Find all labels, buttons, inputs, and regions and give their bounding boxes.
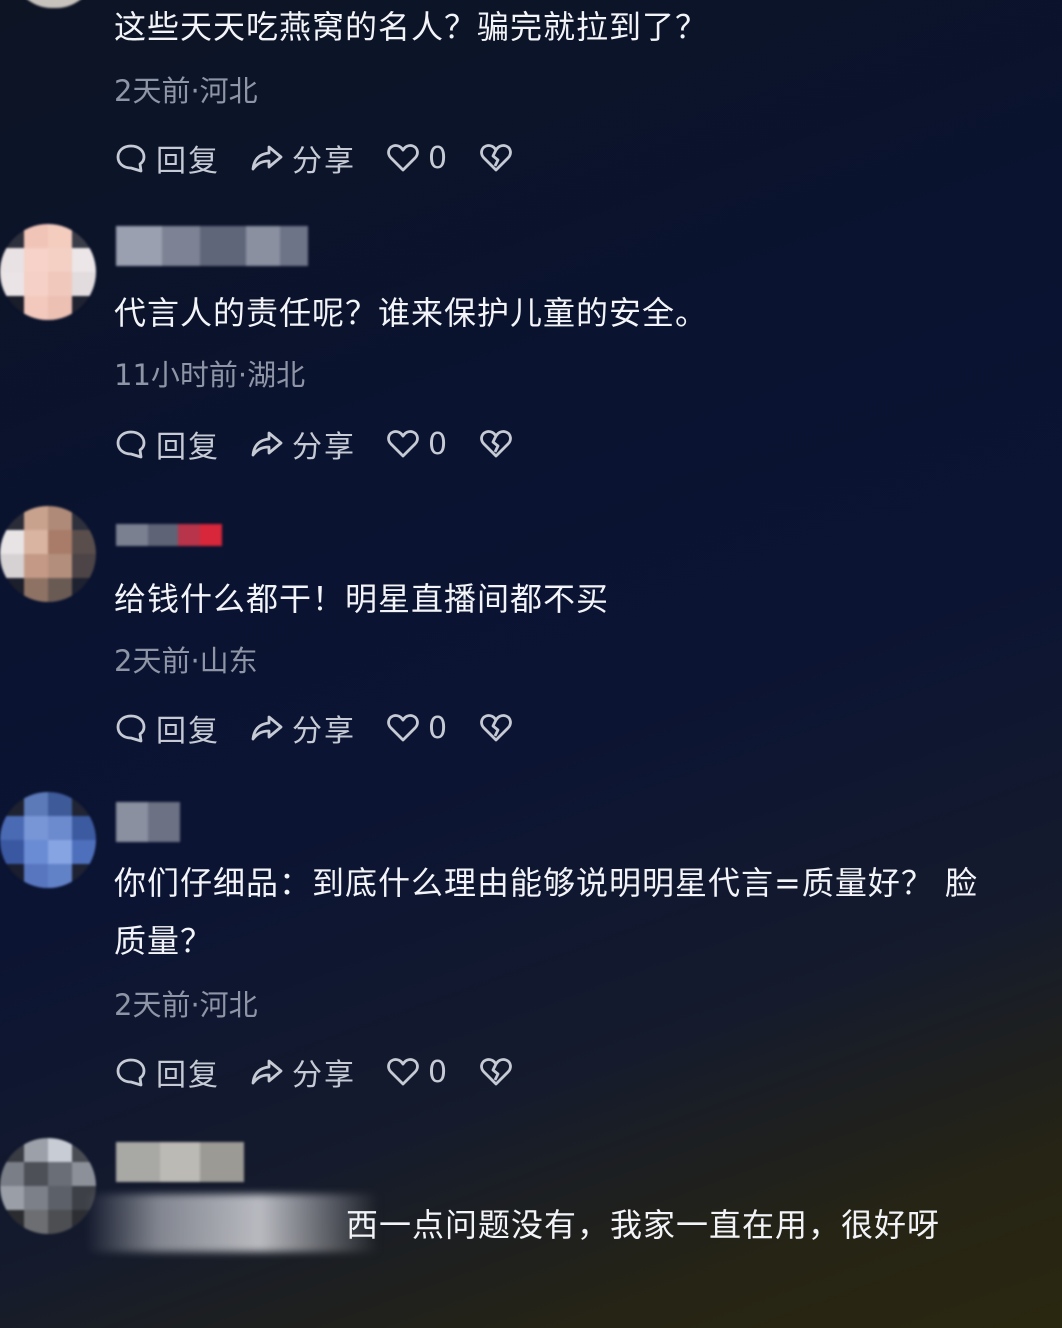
reply-label: 回复 — [156, 144, 220, 179]
share-label: 分享 — [292, 430, 356, 465]
username-redacted[interactable] — [116, 522, 222, 548]
avatar[interactable] — [0, 224, 96, 320]
comment-text-line1: 你们仔细品：到底什么理由能够说明明星代言=质量好？ 脸 — [114, 864, 978, 902]
share-label: 分享 — [292, 1058, 356, 1093]
comment-bubble-icon — [116, 1058, 146, 1087]
share-arrow-icon — [251, 431, 283, 457]
like-count: 0 — [428, 426, 450, 462]
share-arrow-icon — [251, 1059, 283, 1085]
heart-icon — [387, 144, 419, 172]
comment-meta: 11小时前·湖北 — [114, 358, 306, 392]
like-count: 0 — [428, 710, 450, 746]
comment-text-line2: 质量？ — [114, 922, 214, 960]
comment-text: 给钱什么都干！明星直播间都不买 — [114, 580, 610, 618]
comment-actions: 回复 分享 0 — [114, 136, 543, 180]
share-label: 分享 — [292, 714, 356, 749]
dislike-button[interactable] — [479, 141, 513, 175]
dislike-button[interactable] — [479, 711, 513, 745]
share-label: 分享 — [292, 144, 356, 179]
dislike-button[interactable] — [479, 1055, 513, 1089]
like-button[interactable]: 0 — [386, 1055, 449, 1090]
like-count: 0 — [428, 1054, 450, 1090]
broken-heart-icon — [480, 1058, 512, 1086]
share-button[interactable]: 分享 — [250, 422, 356, 466]
reply-button[interactable]: 回复 — [114, 136, 220, 180]
username-redacted[interactable] — [116, 226, 308, 266]
like-button[interactable]: 0 — [386, 711, 449, 746]
share-button[interactable]: 分享 — [250, 1050, 356, 1094]
comment-actions: 回复 分享 0 — [114, 422, 543, 466]
share-arrow-icon — [251, 715, 283, 741]
reply-label: 回复 — [156, 430, 220, 465]
comment-text: 这些天天吃燕窝的名人？骗完就拉到了？ — [114, 8, 709, 46]
comment-bubble-icon — [116, 144, 146, 173]
heart-icon — [387, 714, 419, 742]
like-button[interactable]: 0 — [386, 141, 449, 176]
reply-button[interactable]: 回复 — [114, 422, 220, 466]
reply-label: 回复 — [156, 714, 220, 749]
comment-bubble-icon — [116, 430, 146, 459]
comment-meta: 2天前·山东 — [114, 644, 258, 678]
comment-bubble-icon — [116, 714, 146, 743]
heart-icon — [387, 430, 419, 458]
like-button[interactable]: 0 — [386, 427, 449, 462]
dislike-button[interactable] — [479, 427, 513, 461]
broken-heart-icon — [480, 714, 512, 742]
reply-label: 回复 — [156, 1058, 220, 1093]
reply-button[interactable]: 回复 — [114, 1050, 220, 1094]
comment-text: 西一点问题没有，我家一直在用，很好呀 — [346, 1206, 941, 1244]
share-button[interactable]: 分享 — [250, 136, 356, 180]
heart-icon — [387, 1058, 419, 1086]
comment-actions: 回复 分享 0 — [114, 1050, 543, 1094]
avatar[interactable] — [0, 792, 96, 888]
reply-button[interactable]: 回复 — [114, 706, 220, 750]
broken-heart-icon — [480, 430, 512, 458]
redaction-smear — [86, 1194, 376, 1252]
like-count: 0 — [428, 140, 450, 176]
avatar[interactable] — [0, 506, 96, 602]
share-arrow-icon — [251, 145, 283, 171]
username-redacted[interactable] — [116, 1142, 244, 1182]
comment-meta: 2天前·河北 — [114, 74, 258, 108]
broken-heart-icon — [480, 144, 512, 172]
avatar[interactable] — [0, 1138, 96, 1234]
avatar[interactable] — [12, 0, 96, 8]
comment-actions: 回复 分享 0 — [114, 706, 543, 750]
comment-meta: 2天前·河北 — [114, 988, 258, 1022]
username-redacted[interactable] — [116, 802, 180, 842]
share-button[interactable]: 分享 — [250, 706, 356, 750]
comment-text: 代言人的责任呢？谁来保护儿童的安全。 — [114, 294, 709, 332]
